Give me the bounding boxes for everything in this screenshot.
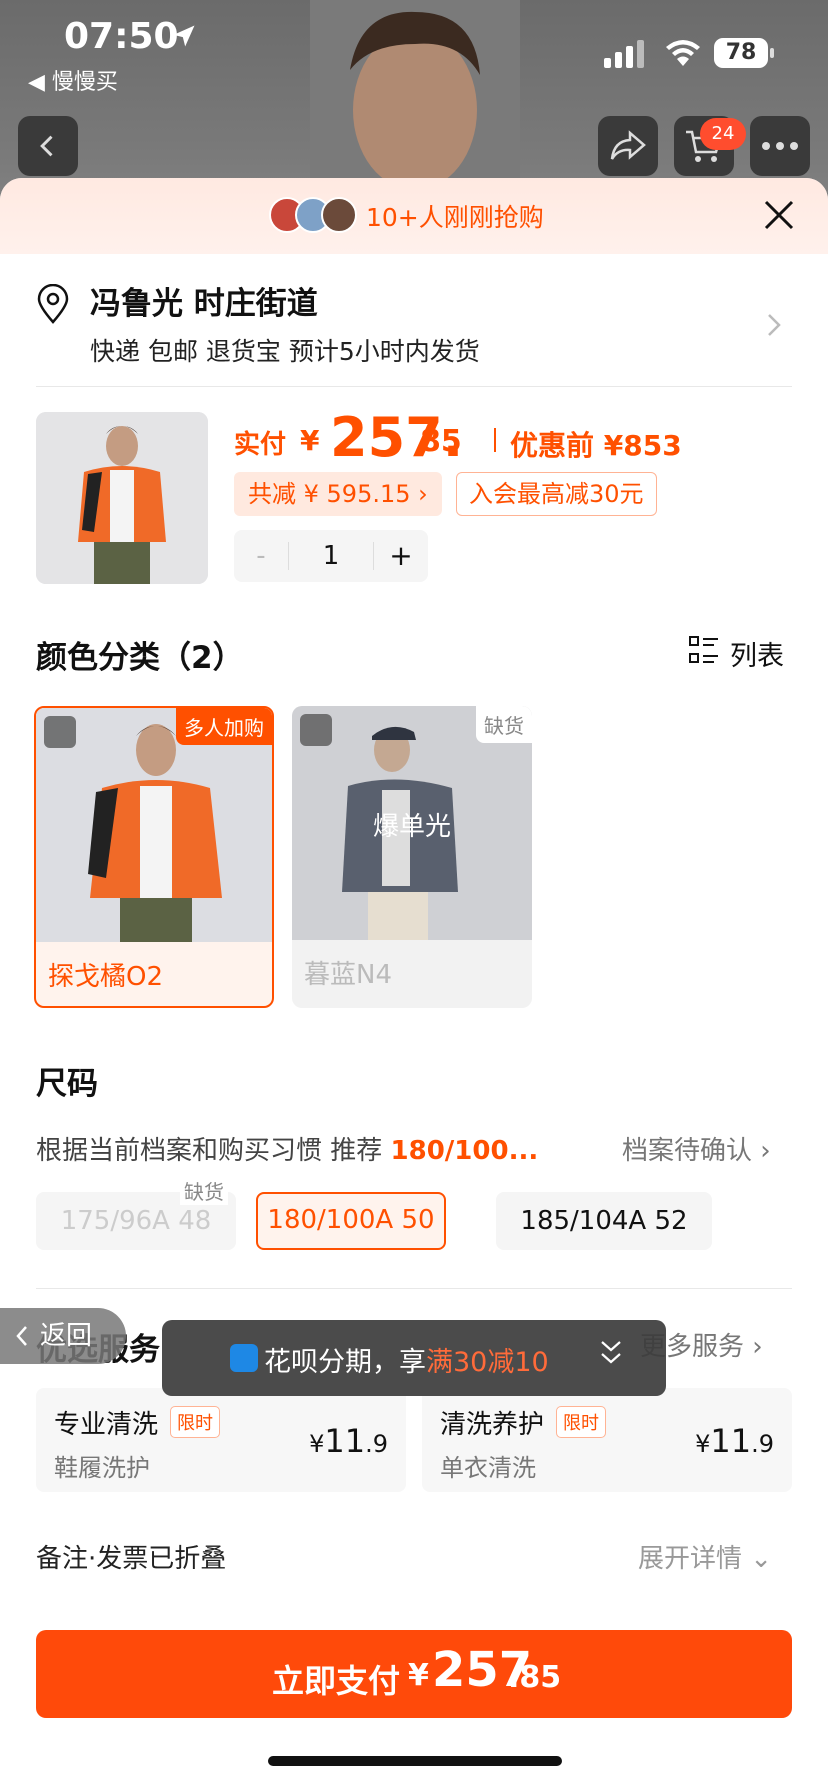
expand-image-icon[interactable] xyxy=(300,714,332,746)
color-option-navy[interactable]: 缺货 爆单光 暮蓝N4 xyxy=(292,706,532,1008)
chevron-left-icon xyxy=(40,135,53,157)
share-button[interactable] xyxy=(598,116,658,176)
expand-details-link[interactable]: 展开详情 ⌄ xyxy=(638,1538,772,1575)
limited-time-tag: 限时 xyxy=(170,1406,220,1438)
quantity-plus-button[interactable]: + xyxy=(374,530,428,582)
clock: 07:50 xyxy=(64,16,179,57)
quantity-value[interactable]: 1 xyxy=(288,542,374,570)
popular-badge: 多人加购 xyxy=(176,708,272,745)
more-button[interactable] xyxy=(750,116,810,176)
chevron-down-icon xyxy=(601,1341,621,1364)
size-option-185[interactable]: 185/104A 52 xyxy=(496,1192,712,1250)
discount-detail-tag[interactable]: 共减 ¥ 595.15 › xyxy=(234,472,442,516)
service-card-cleaning[interactable]: 专业清洗 限时 鞋履洗护 ¥11.9 xyxy=(36,1388,406,1492)
pay-button-amount-dec: .85 xyxy=(508,1660,562,1695)
color-section-title: 颜色分类（2） xyxy=(36,640,244,676)
service-card-care[interactable]: 清洗养护 限时 单衣清洗 ¥11.9 xyxy=(422,1388,792,1492)
price-currency: ¥ xyxy=(695,1430,711,1458)
price-int: 11 xyxy=(324,1422,366,1460)
chevron-right-icon[interactable] xyxy=(766,312,782,338)
huabei-icon xyxy=(230,1344,258,1372)
size-rec-value: 180/100... xyxy=(390,1136,539,1166)
product-image xyxy=(36,412,208,584)
chevron-left-icon xyxy=(16,1326,27,1346)
list-view-label[interactable]: 列表 xyxy=(730,634,784,673)
price-int: 11 xyxy=(710,1422,752,1460)
member-discount-tag[interactable]: 入会最高减30元 xyxy=(456,472,657,516)
pay-button-label: 立即支付 xyxy=(272,1662,401,1700)
promo-banner: 10+人刚刚抢购 xyxy=(0,178,828,254)
expand-image-icon[interactable] xyxy=(44,716,76,748)
share-icon xyxy=(610,130,646,160)
location-pin-icon xyxy=(37,284,69,324)
toast-highlight: 满30减10 xyxy=(426,1347,549,1378)
divider xyxy=(36,1288,792,1289)
service-price: ¥11.9 xyxy=(695,1422,774,1460)
location-arrow-icon xyxy=(173,25,195,47)
service-title: 清洗养护 xyxy=(440,1410,545,1440)
status-bar: 07:50 ◀ 慢慢买 78 xyxy=(0,0,828,100)
price-currency: ¥ xyxy=(309,1430,325,1458)
cart-count-badge: 24 xyxy=(700,118,746,150)
promo-text: 10+人刚刚抢购 xyxy=(366,203,544,232)
size-out-of-stock-tag: 缺货 xyxy=(180,1176,228,1205)
sold-out-overlay: 爆单光 xyxy=(372,812,451,842)
out-of-stock-badge: 缺货 xyxy=(476,706,532,743)
back-button[interactable] xyxy=(18,116,78,176)
address-name[interactable]: 冯鲁光 时庄街道 xyxy=(90,278,318,323)
close-icon[interactable] xyxy=(762,198,796,232)
wifi-icon xyxy=(666,40,700,66)
size-option-180[interactable]: 180/100A 50 xyxy=(256,1192,446,1250)
battery-tip xyxy=(770,48,774,58)
quantity-minus-button[interactable]: - xyxy=(234,530,288,582)
toast-text: 花呗分期，享满30减10 xyxy=(264,1340,549,1379)
buyer-avatars xyxy=(269,197,357,233)
huabei-installment-toast[interactable]: 花呗分期，享满30减10 xyxy=(162,1320,666,1396)
price-before-discount: 优惠前 ¥853 xyxy=(510,429,682,462)
note-invoice-row[interactable]: 备注·发票已折叠 xyxy=(36,1538,226,1575)
return-label: 返回 xyxy=(40,1321,93,1351)
price-dec: .9 xyxy=(365,1430,388,1458)
limited-time-tag: 限时 xyxy=(556,1406,606,1438)
toast-prefix: 花呗分期，享 xyxy=(264,1347,426,1378)
size-section-title: 尺码 xyxy=(36,1066,98,1102)
back-to-app[interactable]: ◀ 慢慢买 xyxy=(28,64,118,96)
color-option-orange[interactable]: 多人加购 探戈橘O2 xyxy=(34,706,274,1008)
color-option-label: 暮蓝N4 xyxy=(304,960,392,990)
pay-amount-dec: 85 xyxy=(420,424,462,459)
product-thumbnail[interactable] xyxy=(36,412,208,584)
size-recommendation: 根据当前档案和购买习惯 推荐 180/100... xyxy=(36,1130,538,1167)
home-indicator xyxy=(268,1756,562,1766)
delivery-info: 快递 包邮 退货宝 预计5小时内发货 xyxy=(90,337,480,366)
quantity-stepper: - 1 + xyxy=(234,530,428,582)
divider xyxy=(36,386,792,387)
pay-button-currency: ¥ xyxy=(408,1658,429,1693)
more-dots-icon xyxy=(762,142,798,150)
size-profile-pending[interactable]: 档案待确认 › xyxy=(622,1130,771,1167)
pay-now-button[interactable]: 立即支付 ¥ 257 .85 xyxy=(36,1630,792,1718)
purchase-sheet: 10+人刚刚抢购 冯鲁光 时庄街道 快递 包邮 退货宝 预计5小时内发货 实付 … xyxy=(0,178,828,1792)
size-rec-prefix: 根据当前档案和购买习惯 推荐 xyxy=(36,1136,383,1166)
service-subtitle: 鞋履洗护 xyxy=(54,1454,150,1482)
service-title: 专业清洗 xyxy=(54,1410,159,1440)
list-view-icon[interactable] xyxy=(688,634,720,666)
color-option-label: 探戈橘O2 xyxy=(48,962,164,992)
service-price: ¥11.9 xyxy=(309,1422,388,1460)
pay-currency: ¥ xyxy=(300,424,320,457)
battery-indicator: 78 xyxy=(714,38,768,68)
price-dec: .9 xyxy=(751,1430,774,1458)
cellular-signal-icon xyxy=(604,40,644,68)
price-separator xyxy=(494,428,496,452)
service-subtitle: 单衣清洗 xyxy=(440,1454,536,1482)
pay-label: 实付 xyxy=(234,430,287,460)
